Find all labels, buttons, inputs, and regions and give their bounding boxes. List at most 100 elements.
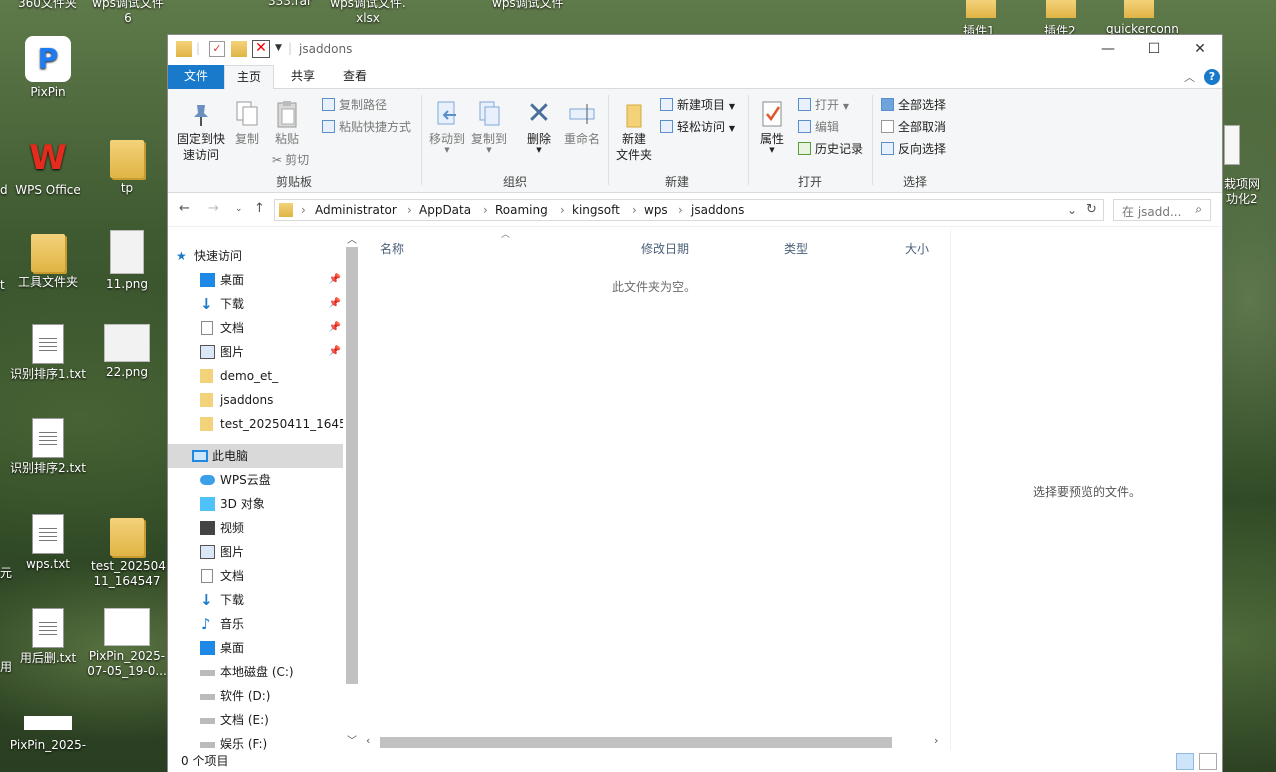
- scroll-left-icon[interactable]: ‹: [366, 734, 370, 747]
- cut-button[interactable]: ✂ 剪切: [272, 152, 309, 168]
- nav-item-documents[interactable]: 文档 📌: [168, 316, 343, 340]
- nav-item-downloads[interactable]: ↓ 下载 📌: [168, 292, 343, 316]
- breadcrumb-item[interactable]: AppData: [419, 203, 471, 217]
- desktop-icon-folder[interactable]: 工具文件夹: [12, 230, 84, 290]
- desktop-icon-image[interactable]: PixPin_2025-: [8, 716, 88, 753]
- rename-button[interactable]: 重命名: [561, 99, 603, 147]
- select-none-button[interactable]: 全部取消: [881, 119, 946, 135]
- nav-this-pc[interactable]: 此电脑: [168, 444, 343, 468]
- nav-item-drive-d[interactable]: 软件 (D:): [168, 684, 343, 708]
- nav-item-drive-e[interactable]: 文档 (E:): [168, 708, 343, 732]
- up-button[interactable]: ↑: [254, 201, 265, 216]
- help-icon[interactable]: ?: [1204, 69, 1220, 85]
- desktop-fragment[interactable]: 360文件夹: [18, 0, 77, 11]
- breadcrumb-item[interactable]: jsaddons: [691, 203, 744, 217]
- collapse-ribbon-icon[interactable]: ︿: [1184, 69, 1195, 85]
- nav-item-pictures[interactable]: 图片 📌: [168, 340, 343, 364]
- nav-item-folder[interactable]: test_20250411_16454: [168, 412, 343, 436]
- desktop-fragment[interactable]: wps调试文件. xlsx: [330, 0, 406, 25]
- close-button[interactable]: ✕: [1177, 35, 1223, 65]
- scrollbar-thumb[interactable]: [346, 247, 358, 684]
- desktop-icon-text[interactable]: wps.txt: [12, 514, 84, 572]
- open-button[interactable]: 打开 ▼: [798, 97, 849, 115]
- nav-item-videos[interactable]: 视频: [168, 516, 343, 540]
- nav-item-music[interactable]: ♪ 音乐: [168, 612, 343, 636]
- easy-access-button[interactable]: 轻松访问 ▼: [660, 119, 735, 137]
- pin-quick-access-button[interactable]: 固定到快 速访问: [172, 99, 230, 163]
- desktop-fragment[interactable]: wps调试文件: [492, 0, 564, 11]
- nav-item-downloads[interactable]: ↓ 下载: [168, 588, 343, 612]
- desktop-fragment[interactable]: wps调试文件 6: [92, 0, 164, 25]
- desktop-icon-text[interactable]: 用后删.txt: [12, 608, 84, 666]
- new-folder-icon[interactable]: [231, 41, 247, 57]
- horizontal-scrollbar[interactable]: ‹ ›: [360, 733, 950, 750]
- address-box[interactable]: › Administrator › AppData › Roaming › ki…: [274, 199, 1104, 221]
- column-header-name[interactable]: 名称: [380, 240, 404, 257]
- scrollbar-thumb[interactable]: [380, 737, 892, 748]
- tab-home[interactable]: 主页: [224, 65, 275, 90]
- breadcrumb-item[interactable]: Roaming: [495, 203, 548, 217]
- desktop-fragment[interactable]: 功化2: [1226, 190, 1258, 207]
- nav-item-drive-f[interactable]: 娱乐 (F:): [168, 732, 343, 750]
- tab-file[interactable]: 文件: [168, 65, 224, 89]
- column-header-size[interactable]: 大小: [905, 240, 929, 257]
- new-item-button[interactable]: 新建项目 ▼: [660, 97, 735, 115]
- refresh-icon[interactable]: ↻: [1086, 202, 1097, 217]
- column-header-type[interactable]: 类型: [784, 240, 808, 257]
- copy-path-button[interactable]: 复制路径: [322, 97, 387, 113]
- qat-dropdown-icon[interactable]: ▼: [275, 43, 282, 53]
- desktop-icon-text[interactable]: 识别排序1.txt: [8, 324, 88, 382]
- desktop-icon-folder[interactable]: tp: [91, 136, 163, 196]
- desktop-icon-image[interactable]: 22.png: [91, 324, 163, 380]
- column-header-modified[interactable]: 修改日期: [641, 240, 689, 257]
- minimize-button[interactable]: —: [1085, 35, 1131, 65]
- nav-item-desktop[interactable]: 桌面 📌: [168, 268, 343, 292]
- scroll-right-icon[interactable]: ›: [934, 734, 938, 747]
- nav-item-desktop[interactable]: 桌面: [168, 636, 343, 660]
- details-view-button[interactable]: [1176, 753, 1194, 770]
- desktop-fragment[interactable]: 333.rar: [268, 0, 312, 8]
- back-button[interactable]: ←: [179, 201, 190, 216]
- tab-share[interactable]: 共享: [279, 65, 327, 89]
- history-button[interactable]: 历史记录: [798, 141, 863, 157]
- select-all-button[interactable]: 全部选择: [881, 97, 946, 113]
- nav-item-folder[interactable]: jsaddons: [168, 388, 343, 412]
- paste-button[interactable]: 粘贴: [272, 99, 302, 147]
- desktop-icon-image[interactable]: PixPin_2025- 07-05_19-0...: [87, 608, 167, 679]
- breadcrumb-item[interactable]: wps: [644, 203, 668, 217]
- nav-item-drive-c[interactable]: 本地磁盘 (C:): [168, 660, 343, 684]
- copy-button[interactable]: 复制: [232, 99, 262, 147]
- address-dropdown-icon[interactable]: ⌄: [1067, 203, 1077, 217]
- desktop-icon-wps[interactable]: W WPS Office: [12, 136, 84, 198]
- desktop-icon-pixpin[interactable]: P PixPin: [12, 36, 84, 100]
- desktop-icon-image[interactable]: 11.png: [91, 230, 163, 292]
- large-icons-view-button[interactable]: [1199, 753, 1217, 770]
- delete-button[interactable]: ✕ 删除 ▼: [523, 99, 555, 154]
- desktop-icon-text[interactable]: 识别排序2.txt: [8, 418, 88, 476]
- invert-selection-button[interactable]: 反向选择: [881, 141, 946, 157]
- breadcrumb-item[interactable]: Administrator: [315, 203, 397, 217]
- nav-item-documents[interactable]: 文档: [168, 564, 343, 588]
- tab-view[interactable]: 查看: [331, 65, 379, 89]
- nav-item-pictures[interactable]: 图片: [168, 540, 343, 564]
- properties-button[interactable]: 属性 ▼: [756, 99, 788, 154]
- maximize-button[interactable]: ☐: [1131, 35, 1177, 65]
- nav-scrollbar[interactable]: ︿ ﹀: [343, 229, 360, 750]
- scroll-down-icon[interactable]: ﹀: [347, 732, 357, 747]
- nav-quick-access[interactable]: ★ 快速访问: [168, 244, 343, 268]
- desktop-icon-folder[interactable]: test_202504 11_164547: [91, 514, 166, 589]
- scroll-up-icon[interactable]: ︿: [347, 231, 357, 246]
- properties-icon[interactable]: ✓: [209, 41, 225, 57]
- edit-button[interactable]: 编辑: [798, 119, 839, 135]
- nav-item-wps-cloud[interactable]: WPS云盘: [168, 468, 343, 492]
- breadcrumb-item[interactable]: kingsoft: [572, 203, 620, 217]
- paste-shortcut-button[interactable]: 粘贴快捷方式: [322, 119, 411, 135]
- forward-button[interactable]: →: [208, 201, 219, 216]
- nav-item-3d-objects[interactable]: 3D 对象: [168, 492, 343, 516]
- new-folder-button[interactable]: 新建 文件夹: [614, 99, 654, 163]
- recent-dropdown-icon[interactable]: ⌄: [235, 204, 243, 214]
- nav-item-folder[interactable]: demo_et_: [168, 364, 343, 388]
- move-to-button[interactable]: 移动到 ▼: [428, 99, 466, 154]
- delete-icon[interactable]: ✕: [252, 40, 270, 58]
- search-input[interactable]: 在 jsadd... ⌕: [1113, 199, 1211, 221]
